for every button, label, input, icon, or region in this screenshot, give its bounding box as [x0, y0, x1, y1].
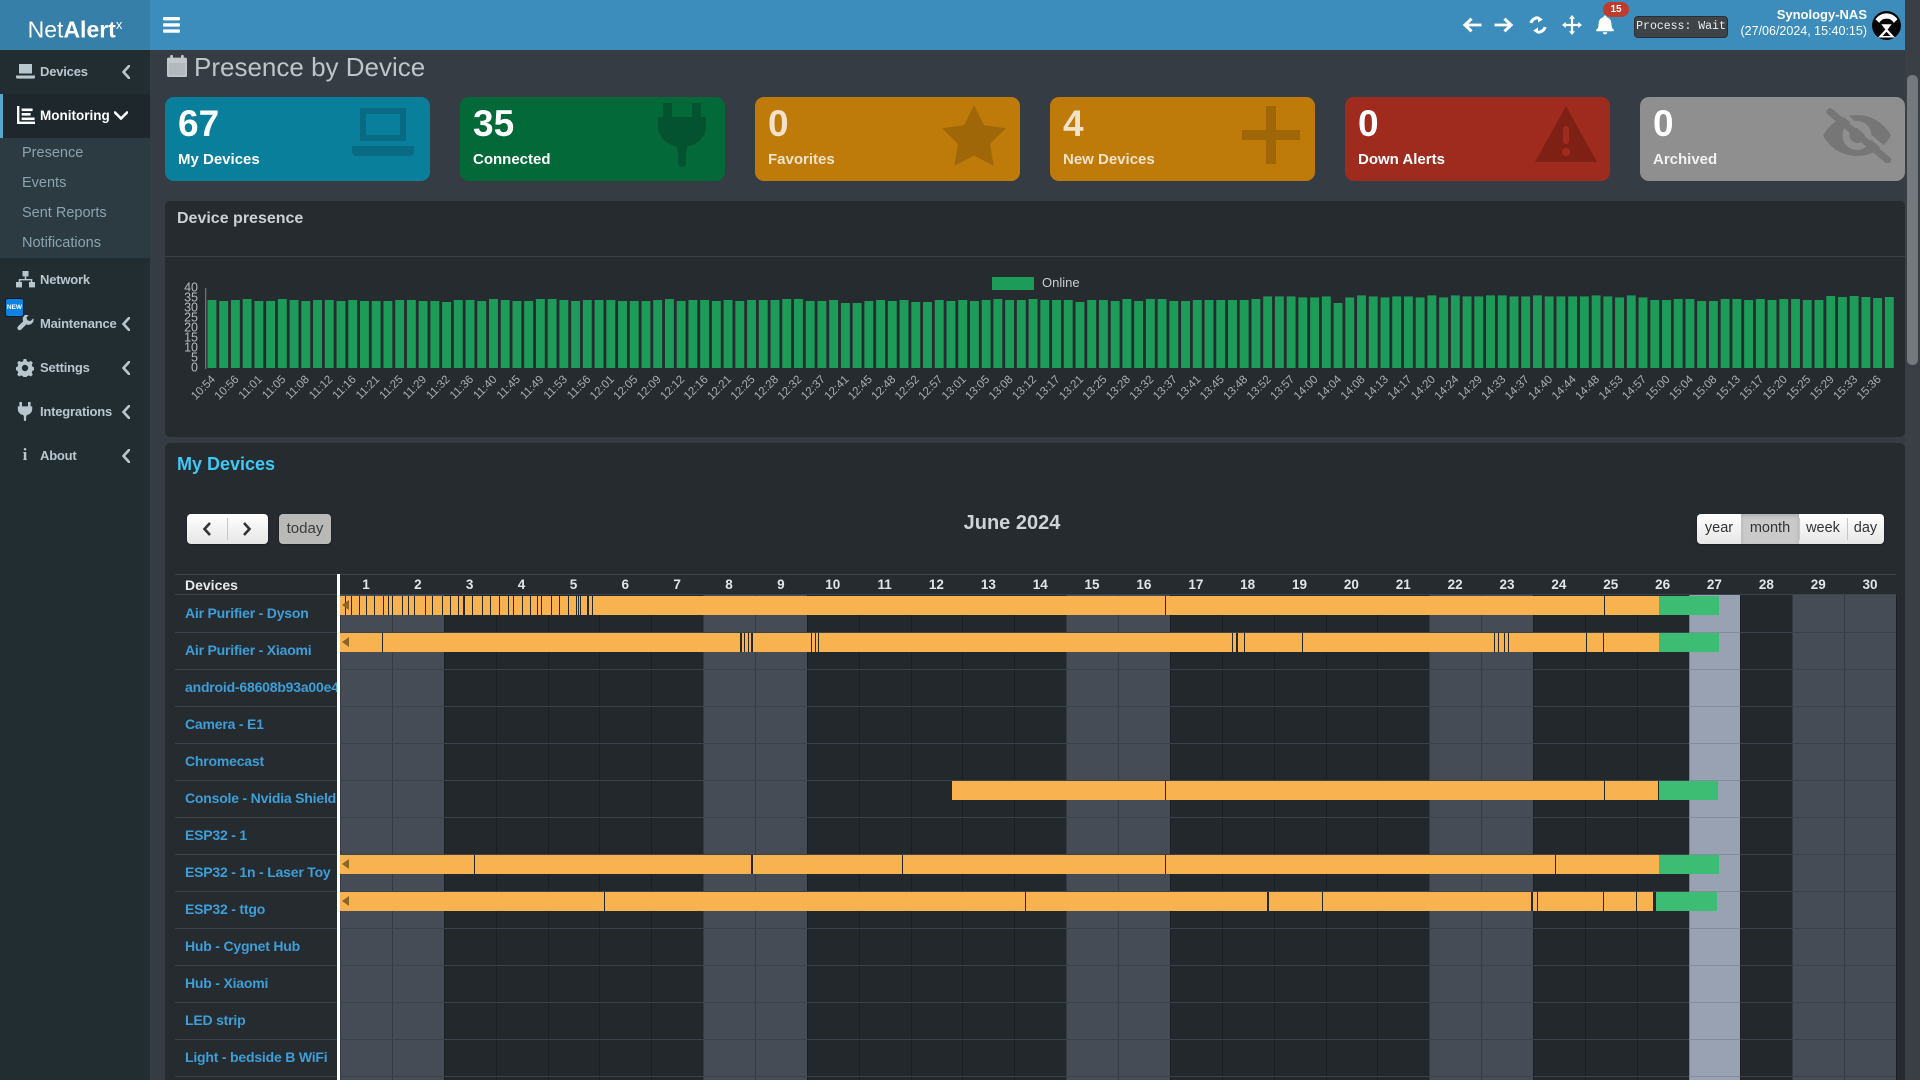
svg-text:12:37: 12:37 [799, 374, 828, 403]
svg-text:15:17: 15:17 [1738, 374, 1767, 403]
svg-text:11:36: 11:36 [448, 374, 476, 402]
svg-text:12:12: 12:12 [658, 374, 687, 403]
svg-text:13:28: 13:28 [1104, 374, 1133, 403]
svg-text:14:48: 14:48 [1573, 374, 1602, 403]
svg-text:14:13: 14:13 [1362, 374, 1391, 403]
svg-text:14:57: 14:57 [1620, 374, 1649, 403]
svg-text:12:25: 12:25 [729, 374, 758, 403]
svg-text:15:00: 15:00 [1644, 374, 1673, 403]
svg-text:12:57: 12:57 [916, 374, 945, 403]
svg-text:11:01: 11:01 [237, 374, 265, 402]
svg-text:12:21: 12:21 [705, 374, 734, 403]
svg-text:13:08: 13:08 [987, 374, 1016, 403]
svg-text:13:05: 13:05 [963, 374, 992, 403]
svg-text:15:13: 15:13 [1714, 374, 1743, 403]
svg-text:12:09: 12:09 [635, 374, 664, 403]
svg-text:11:25: 11:25 [378, 374, 406, 402]
svg-text:13:25: 13:25 [1081, 374, 1110, 403]
svg-text:13:52: 13:52 [1245, 374, 1274, 403]
svg-text:11:32: 11:32 [424, 374, 452, 402]
svg-text:12:16: 12:16 [682, 374, 711, 403]
svg-text:13:12: 13:12 [1010, 374, 1039, 403]
svg-text:11:05: 11:05 [260, 374, 288, 402]
svg-text:10:54: 10:54 [189, 373, 218, 402]
svg-text:0: 0 [191, 361, 198, 375]
svg-text:15:08: 15:08 [1691, 374, 1720, 403]
svg-text:14:00: 14:00 [1292, 374, 1321, 403]
svg-text:11:45: 11:45 [495, 374, 523, 402]
svg-text:14:53: 14:53 [1597, 374, 1626, 403]
svg-text:14:24: 14:24 [1433, 373, 1462, 402]
svg-text:13:21: 13:21 [1057, 374, 1086, 403]
svg-text:14:04: 14:04 [1315, 373, 1344, 402]
svg-text:12:48: 12:48 [870, 374, 899, 403]
svg-text:11:16: 11:16 [331, 374, 359, 402]
svg-text:12:05: 12:05 [612, 374, 641, 403]
svg-text:15:29: 15:29 [1808, 374, 1837, 403]
svg-text:14:29: 14:29 [1456, 374, 1485, 403]
svg-text:11:08: 11:08 [284, 374, 312, 402]
svg-text:10:56: 10:56 [213, 374, 242, 403]
svg-text:15:20: 15:20 [1761, 374, 1790, 403]
svg-text:14:33: 14:33 [1480, 374, 1509, 403]
svg-text:14:08: 14:08 [1339, 374, 1368, 403]
svg-text:13:17: 13:17 [1034, 374, 1063, 403]
svg-text:15:04: 15:04 [1667, 373, 1696, 402]
svg-text:12:45: 12:45 [846, 374, 875, 403]
svg-text:12:32: 12:32 [776, 374, 805, 403]
svg-text:11:21: 11:21 [354, 374, 382, 402]
svg-text:13:57: 13:57 [1268, 374, 1297, 403]
svg-text:13:45: 13:45 [1198, 374, 1227, 403]
svg-text:11:40: 11:40 [471, 374, 499, 402]
svg-text:13:01: 13:01 [940, 374, 969, 403]
svg-text:13:32: 13:32 [1128, 374, 1157, 403]
svg-text:14:40: 14:40 [1526, 374, 1555, 403]
svg-text:14:44: 14:44 [1550, 373, 1579, 402]
svg-text:13:37: 13:37 [1151, 374, 1180, 403]
svg-text:12:52: 12:52 [893, 374, 922, 403]
svg-text:12:01: 12:01 [588, 374, 617, 403]
svg-text:15:36: 15:36 [1855, 374, 1884, 403]
svg-text:14:20: 14:20 [1409, 374, 1438, 403]
svg-text:12:41: 12:41 [823, 374, 852, 403]
svg-text:11:53: 11:53 [542, 374, 570, 402]
svg-text:13:48: 13:48 [1221, 374, 1250, 403]
svg-text:15:25: 15:25 [1785, 374, 1814, 403]
svg-text:11:56: 11:56 [565, 374, 593, 402]
svg-text:13:41: 13:41 [1175, 374, 1204, 403]
svg-text:14:17: 14:17 [1386, 374, 1415, 403]
svg-text:11:29: 11:29 [401, 374, 429, 402]
svg-text:12:28: 12:28 [752, 374, 781, 403]
svg-text:11:49: 11:49 [518, 374, 546, 402]
svg-text:15:33: 15:33 [1831, 374, 1860, 403]
svg-text:11:12: 11:12 [307, 374, 335, 402]
svg-text:14:37: 14:37 [1503, 374, 1532, 403]
